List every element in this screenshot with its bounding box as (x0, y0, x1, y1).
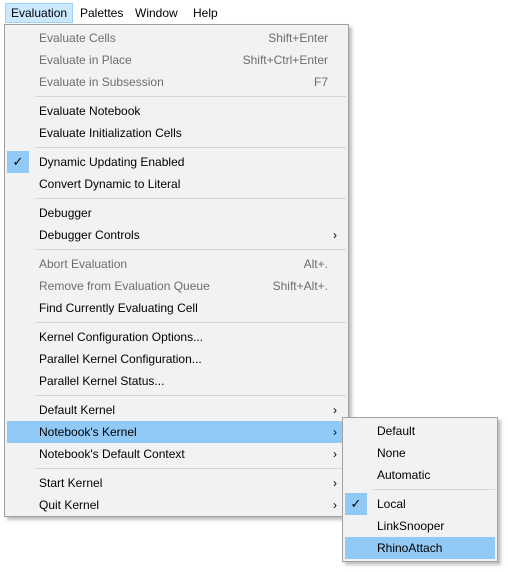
menu-item-label: Notebook's Default Context (39, 447, 185, 461)
menu-item-label: Evaluate Initialization Cells (39, 126, 182, 140)
menu-item-label: Quit Kernel (39, 498, 100, 512)
menu-help[interactable]: Help (188, 3, 223, 23)
menu-item-convert-dynamic-to-literal[interactable]: Convert Dynamic to Literal (7, 173, 346, 195)
menu-item-label: Default (377, 424, 416, 438)
menu-item-abort-evaluation[interactable]: Abort Evaluation Alt+. (7, 253, 346, 275)
menu-item-evaluate-in-subsession[interactable]: Evaluate in Subsession F7 (7, 71, 346, 93)
menu-item-label: Evaluate in Subsession (39, 75, 164, 89)
submenu-arrow-icon: › (333, 498, 337, 512)
menu-item-parallel-kernel-configuration[interactable]: Parallel Kernel Configuration... (7, 348, 346, 370)
menu-item-debugger-controls[interactable]: Debugger Controls › (7, 224, 346, 246)
submenu-arrow-icon: › (333, 403, 337, 417)
menu-item-parallel-kernel-status[interactable]: Parallel Kernel Status... (7, 370, 346, 392)
menu-item-label: Evaluate in Place (39, 53, 132, 67)
submenu-item-automatic[interactable]: Automatic (345, 464, 495, 486)
menu-item-label: Local (377, 497, 406, 511)
menu-item-remove-from-evaluation-queue[interactable]: Remove from Evaluation Queue Shift+Alt+. (7, 275, 346, 297)
submenu-arrow-icon: › (333, 447, 337, 461)
notebooks-kernel-submenu: Default None Automatic ✓ Local LinkSnoop… (342, 417, 498, 562)
menu-palettes[interactable]: Palettes (75, 3, 128, 23)
menu-item-label: Evaluate Cells (39, 31, 116, 45)
checkmark-icon: ✓ (7, 151, 29, 173)
menu-separator (35, 395, 346, 396)
menu-separator (35, 147, 346, 148)
menu-item-shortcut: F7 (313, 75, 328, 89)
menu-item-label: Remove from Evaluation Queue (39, 279, 210, 293)
menu-item-label: Parallel Kernel Configuration... (39, 352, 202, 366)
menu-item-shortcut: Alt+. (303, 257, 328, 271)
menu-separator (35, 198, 346, 199)
menu-item-label: Automatic (377, 468, 431, 482)
menu-separator (35, 322, 346, 323)
menu-item-kernel-configuration-options[interactable]: Kernel Configuration Options... (7, 326, 346, 348)
menu-item-label: RhinoAttach (377, 541, 443, 555)
menu-item-label: Kernel Configuration Options... (39, 330, 204, 344)
menu-item-default-kernel[interactable]: Default Kernel › (7, 399, 346, 421)
menu-item-label: Default Kernel (39, 403, 116, 417)
menu-item-notebooks-default-context[interactable]: Notebook's Default Context › (7, 443, 346, 465)
submenu-item-rhinoattach[interactable]: RhinoAttach (345, 537, 495, 559)
menu-item-label: Start Kernel (39, 476, 103, 490)
menu-item-label: Convert Dynamic to Literal (39, 177, 181, 191)
menu-item-label: Parallel Kernel Status... (39, 374, 165, 388)
menu-item-quit-kernel[interactable]: Quit Kernel › (7, 494, 346, 516)
menu-item-label: Notebook's Kernel (39, 425, 137, 439)
menu-separator (35, 468, 346, 469)
menu-item-start-kernel[interactable]: Start Kernel › (7, 472, 346, 494)
submenu-item-none[interactable]: None (345, 442, 495, 464)
menu-item-evaluate-in-place[interactable]: Evaluate in Place Shift+Ctrl+Enter (7, 49, 346, 71)
menu-item-evaluate-initialization-cells[interactable]: Evaluate Initialization Cells (7, 122, 346, 144)
submenu-arrow-icon: › (333, 228, 337, 242)
menu-item-evaluate-cells[interactable]: Evaluate Cells Shift+Enter (7, 27, 346, 49)
menu-item-shortcut: Shift+Enter (268, 31, 328, 45)
menu-item-evaluate-notebook[interactable]: Evaluate Notebook (7, 100, 346, 122)
menu-item-label: Find Currently Evaluating Cell (39, 301, 198, 315)
menu-item-notebooks-kernel[interactable]: Notebook's Kernel › (7, 421, 346, 443)
menu-item-label: None (377, 446, 406, 460)
menu-item-shortcut: Shift+Alt+. (272, 279, 328, 293)
menu-item-debugger[interactable]: Debugger (7, 202, 346, 224)
checkmark-icon: ✓ (345, 493, 367, 515)
menu-item-label: Debugger Controls (39, 228, 140, 242)
menu-bar: Evaluation Palettes Window Help (0, 0, 508, 26)
menu-item-label: Evaluate Notebook (39, 104, 141, 118)
menu-item-label: Dynamic Updating Enabled (39, 155, 185, 169)
menu-separator (373, 489, 495, 490)
menu-separator (35, 249, 346, 250)
submenu-item-linksnooper[interactable]: LinkSnooper (345, 515, 495, 537)
menu-item-label: Debugger (39, 206, 92, 220)
menu-window[interactable]: Window (130, 3, 183, 23)
submenu-item-default[interactable]: Default (345, 420, 495, 442)
evaluation-menu: Evaluate Cells Shift+Enter Evaluate in P… (4, 24, 349, 517)
menu-evaluation[interactable]: Evaluation (5, 3, 74, 23)
menu-item-label: LinkSnooper (377, 519, 445, 533)
submenu-item-local[interactable]: ✓ Local (345, 493, 495, 515)
submenu-arrow-icon: › (333, 476, 337, 490)
menu-item-shortcut: Shift+Ctrl+Enter (242, 53, 328, 67)
menu-item-find-currently-evaluating-cell[interactable]: Find Currently Evaluating Cell (7, 297, 346, 319)
menu-item-label: Abort Evaluation (39, 257, 128, 271)
menu-separator (35, 96, 346, 97)
submenu-arrow-icon: › (333, 425, 337, 439)
menu-item-dynamic-updating-enabled[interactable]: ✓ Dynamic Updating Enabled (7, 151, 346, 173)
